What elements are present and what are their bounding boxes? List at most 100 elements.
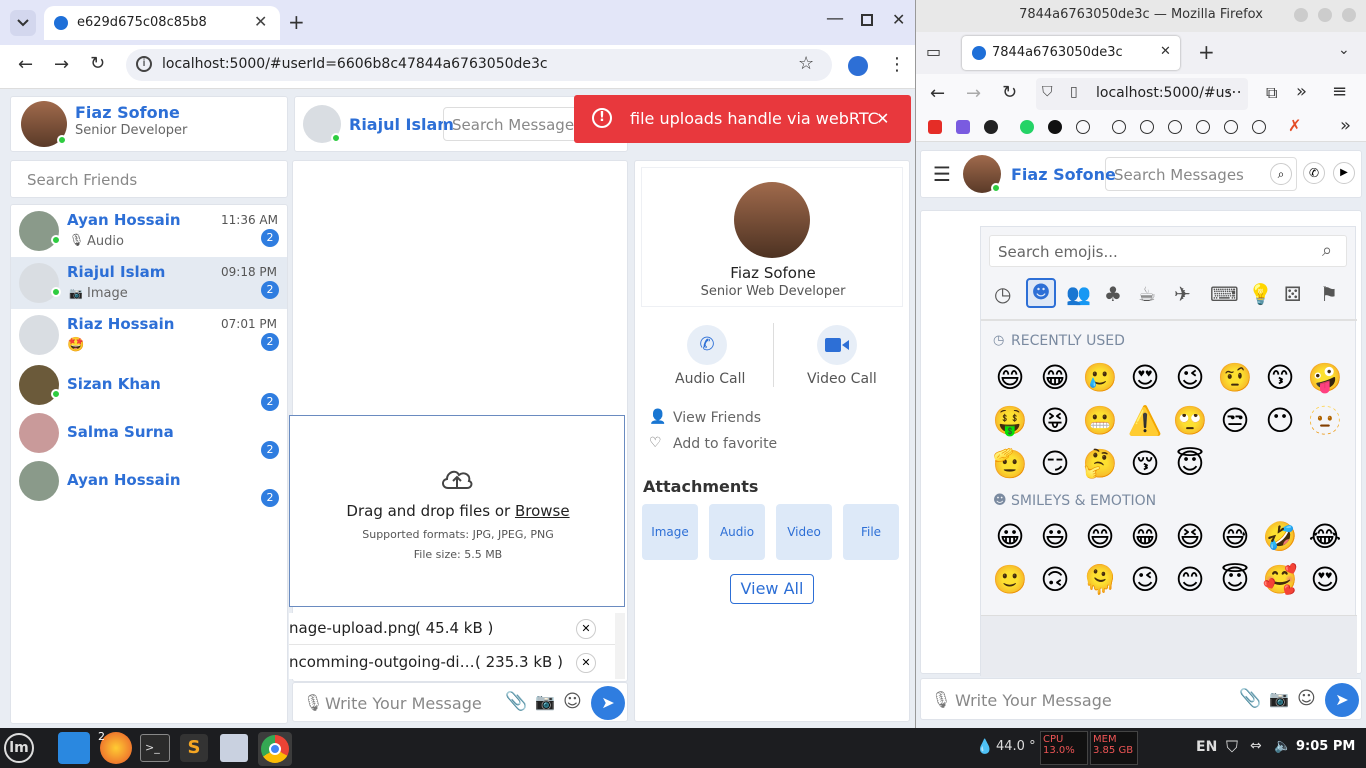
friend-item[interactable]: Riaz Hossain 07:01 PM 🤩 2	[11, 309, 287, 361]
remove-file-icon[interactable]: ✕	[576, 653, 596, 673]
emoji-button[interactable]: 😙	[1262, 360, 1298, 396]
bookmark-icon[interactable]	[984, 120, 998, 134]
emoji-button[interactable]: ⚠️	[1127, 403, 1163, 439]
youtube-bookmark-icon[interactable]	[928, 120, 942, 134]
profile-avatar-icon[interactable]	[848, 56, 868, 76]
emoji-button[interactable]: 🫠	[1082, 562, 1118, 598]
emoji-button[interactable]: 😇	[1172, 446, 1208, 482]
mint-menu-icon[interactable]: lm	[4, 733, 34, 763]
file-manager-icon[interactable]	[58, 732, 90, 764]
emoji-button[interactable]: 😊	[1172, 562, 1208, 598]
emoji-icon[interactable]: ☺	[1297, 688, 1316, 709]
friend-item-active[interactable]: Riajul Islam 09:18 PM 📷 Image 2	[11, 257, 287, 309]
attachment-audio[interactable]: Audio	[709, 504, 765, 560]
emoji-button[interactable]: 🙂	[992, 562, 1028, 598]
emoji-button[interactable]: 😃	[1037, 519, 1073, 555]
bookmark-icon[interactable]	[1048, 120, 1062, 134]
back-icon[interactable]: ←	[18, 54, 33, 75]
camera-icon[interactable]: 📷	[535, 692, 555, 711]
send-button[interactable]: ➤	[591, 686, 625, 720]
travel-category-icon[interactable]: ✈	[1174, 282, 1196, 306]
menu-kebab-icon[interactable]: ⋮	[888, 54, 906, 75]
emoji-button[interactable]: 🙄	[1172, 403, 1208, 439]
toast-close-icon[interactable]: ✕	[876, 109, 889, 128]
emoji-button[interactable]: 😁	[1037, 360, 1073, 396]
bookmarks-overflow-icon[interactable]: »	[1340, 115, 1351, 136]
maximize-icon[interactable]	[861, 14, 873, 26]
emoji-button[interactable]: 🤔	[1082, 446, 1118, 482]
emoji-button[interactable]: 😇	[1217, 562, 1253, 598]
emoji-button[interactable]: 😒	[1217, 403, 1253, 439]
emoji-button[interactable]: 🤑	[992, 403, 1028, 439]
overflow-chevron-icon[interactable]: »	[1296, 81, 1307, 102]
x-bookmark-icon[interactable]: ✗	[1288, 116, 1301, 135]
ff-message-input[interactable]: Write Your Message	[955, 691, 1112, 710]
objects-category-icon[interactable]: 💡	[1248, 282, 1273, 306]
friends-search-input[interactable]: Search Friends	[10, 160, 288, 198]
recent-category-icon[interactable]: ◷	[994, 282, 1016, 306]
upload-dropzone[interactable]: Drag and drop files or Browse Supported …	[289, 415, 625, 607]
people-category-icon[interactable]: 👥	[1066, 282, 1091, 306]
emoji-button[interactable]: 😂	[1307, 519, 1343, 555]
emoji-button[interactable]: 😆	[1172, 519, 1208, 555]
list-tabs-icon[interactable]: ⌄	[1338, 42, 1350, 58]
extensions-icon[interactable]: ⧉	[1266, 83, 1277, 103]
ff-search-input[interactable]: Search Messages ⌕	[1105, 157, 1297, 191]
chrome-tab-active[interactable]: e629d675c08c85b8 ✕	[44, 6, 280, 40]
emoji-button[interactable]: 😶	[1262, 403, 1298, 439]
send-button[interactable]: ➤	[1325, 683, 1359, 717]
emoji-button[interactable]: 🤣	[1262, 519, 1298, 555]
smileys-category-icon[interactable]: ☻	[1026, 278, 1056, 308]
video-call-label[interactable]: Video Call	[807, 371, 877, 387]
emoji-button[interactable]: 🥰	[1262, 562, 1298, 598]
network-icon[interactable]: ⇔	[1250, 738, 1262, 754]
sublime-text-icon[interactable]: S	[180, 734, 208, 762]
mic-icon[interactable]: 🎙	[931, 690, 951, 709]
emoji-button[interactable]: 😅	[1217, 519, 1253, 555]
ff-reload-icon[interactable]: ↻	[1002, 82, 1017, 103]
search-icon[interactable]: ⌕	[1270, 163, 1292, 185]
emoji-button[interactable]: 😄	[992, 360, 1028, 396]
site-info-icon[interactable]: i	[136, 56, 152, 72]
friend-item[interactable]: Ayan Hossain 11:36 AM 🎙 Audio 2	[11, 205, 287, 257]
emoji-button[interactable]: 😁	[1127, 519, 1163, 555]
ff-url-text[interactable]: localhost:5000/#us	[1096, 85, 1232, 101]
emoji-button[interactable]: 😀	[992, 519, 1028, 555]
attachment-image[interactable]: Image	[642, 504, 698, 560]
minimize-icon[interactable]: —	[826, 8, 844, 29]
camera-icon[interactable]: 📷	[1269, 689, 1289, 708]
friend-item[interactable]: Sizan Khan 2	[11, 361, 287, 411]
ff-minimize-icon[interactable]	[1294, 8, 1308, 22]
emoji-button[interactable]: 🥲	[1082, 360, 1118, 396]
nature-category-icon[interactable]: ♣	[1104, 282, 1126, 306]
address-bar[interactable]: i localhost:5000/#userId=6606b8c47844a67…	[126, 49, 832, 81]
emoji-button[interactable]: 🫡	[992, 446, 1028, 482]
attachment-file[interactable]: File	[843, 504, 899, 560]
view-all-button[interactable]: View All	[730, 574, 814, 604]
sidebar-toggle-icon[interactable]: ☰	[933, 162, 951, 186]
terminal-icon[interactable]: >_	[140, 734, 170, 762]
emoji-button[interactable]: 😍	[1127, 360, 1163, 396]
remove-file-icon[interactable]: ✕	[576, 619, 596, 639]
emoji-button[interactable]: 😚	[1127, 446, 1163, 482]
globe-bookmark-icon[interactable]	[1224, 120, 1238, 134]
attach-icon[interactable]: 📎	[1239, 688, 1261, 709]
attachment-video[interactable]: Video	[776, 504, 832, 560]
bookmark-star-icon[interactable]: ☆	[798, 53, 814, 74]
friend-item[interactable]: Ayan Hossain 2	[11, 457, 287, 507]
video-icon[interactable]: ▶	[1333, 162, 1355, 184]
add-favorite-link[interactable]: Add to favorite	[673, 436, 777, 452]
document-viewer-icon[interactable]	[220, 734, 248, 762]
symbols-category-icon[interactable]: ⚄	[1284, 282, 1306, 306]
firefox-view-icon[interactable]: ▭	[926, 42, 941, 61]
flags-category-icon[interactable]: ⚑	[1320, 282, 1342, 306]
globe-bookmark-icon[interactable]	[1252, 120, 1266, 134]
chrome-taskbar-active[interactable]	[258, 732, 292, 766]
emoji-button[interactable]: 🙃	[1037, 562, 1073, 598]
message-input[interactable]: Write Your Message	[325, 694, 482, 713]
firefox-tab-active[interactable]: 7844a6763050de3c ✕	[962, 36, 1180, 70]
clock[interactable]: 9:05 PM	[1296, 739, 1355, 754]
tab-search-chevron-icon[interactable]	[10, 10, 36, 36]
food-category-icon[interactable]: ☕	[1138, 282, 1160, 306]
friend-item[interactable]: Salma Surna 2	[11, 409, 287, 459]
